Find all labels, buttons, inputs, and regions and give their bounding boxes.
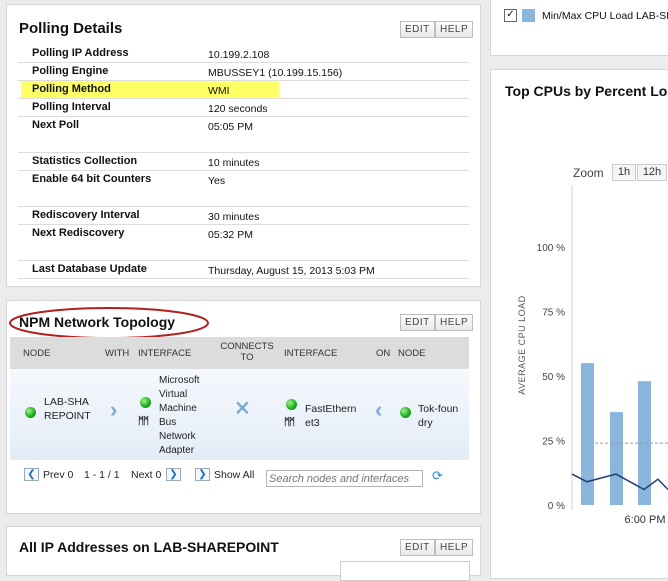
chart-bar (581, 363, 594, 505)
detail-row: Polling IP Address 10.199.2.108 (18, 45, 469, 63)
interface-link-2[interactable]: FastEthernet3 (305, 402, 357, 430)
show-all-icon[interactable]: ❯ (195, 468, 210, 481)
detail-row: Statistics Collection 10 minutes (18, 153, 469, 171)
page-range: 1 - 1 / 1 (84, 469, 120, 481)
help-button[interactable]: HELP (435, 21, 474, 38)
y-tick-label: 75 % (542, 308, 565, 319)
node-link[interactable]: LAB-SHAREPOINT (44, 395, 92, 423)
next-count: Next 0 (131, 469, 162, 481)
col-connects-to: CONNECTS TO (220, 341, 274, 363)
col-interface: INTERFACE (138, 348, 192, 359)
legend-swatch (522, 9, 535, 22)
status-up-icon (400, 407, 411, 418)
prev-count: Prev 0 (43, 469, 74, 481)
zoom-label: Zoom (573, 166, 604, 180)
col-with: WITH (105, 348, 130, 359)
status-up-icon (25, 407, 36, 418)
detail-row: Polling Engine MBUSSEY1 (10.199.15.156) (18, 63, 469, 81)
detail-label: Enable 64 bit Counters (32, 173, 152, 185)
detail-row: Polling Interval 120 seconds (18, 99, 469, 117)
y-tick-label: 25 % (542, 437, 565, 448)
help-button[interactable]: HELP (435, 314, 474, 331)
detail-value: WMI (208, 85, 230, 97)
panel-title: Polling Details (19, 20, 123, 37)
col-node-2: NODE (398, 348, 426, 359)
col-node: NODE (23, 348, 51, 359)
detail-value: 120 seconds (208, 103, 268, 115)
cpu-chart: 0 % 25 % 50 % 75 % 100 % 6:00 PM (537, 185, 668, 526)
status-up-icon (140, 397, 151, 408)
interface-icon: ᛗᛗ (284, 417, 295, 428)
status-up-icon (286, 399, 297, 410)
detail-row: Polling Method WMI (18, 81, 469, 99)
detail-value: 05:05 PM (208, 121, 253, 133)
col-on: ON (376, 348, 391, 359)
x-tick-label: 6:00 PM (625, 514, 666, 526)
y-tick-label: 50 % (542, 372, 565, 383)
node-link-2[interactable]: Tok-foundry (418, 402, 460, 430)
zoom-1h-button[interactable]: 1h (612, 164, 636, 181)
topology-table-header: NODE WITH INTERFACE CONNECTS TO INTERFAC… (10, 337, 469, 369)
detail-value: Yes (208, 175, 226, 187)
next-page-button[interactable]: ❯ (166, 468, 181, 481)
detail-value: 05:32 PM (208, 229, 253, 241)
chart-bar (610, 412, 623, 505)
connects-icon: ⨯ (234, 397, 251, 419)
detail-value: 10.199.2.108 (208, 49, 270, 61)
annotation-circle (9, 307, 209, 339)
polling-details-panel: Polling Details EDIT HELP Polling IP Add… (6, 4, 481, 287)
y-tick-label: 0 % (548, 501, 565, 512)
panel-title: All IP Addresses on LAB-SHAREPOINT (19, 539, 279, 555)
detail-value: Thursday, August 15, 2013 5:03 PM (208, 265, 375, 277)
detail-row: Rediscovery Interval 30 minutes (18, 207, 469, 225)
edit-button[interactable]: EDIT (400, 314, 435, 331)
topology-row: LAB-SHAREPOINT › ᛗᛗ Microsoft Virtual Ma… (10, 369, 469, 460)
detail-label: Polling Interval (32, 101, 111, 113)
detail-label: Statistics Collection (32, 155, 138, 167)
detail-value: MBUSSEY1 (10.199.15.156) (208, 67, 343, 79)
detail-row: Enable 64 bit Counters Yes (18, 171, 469, 207)
detail-label: Last Database Update (32, 263, 147, 275)
detail-row: Last Database Update Thursday, August 15,… (18, 261, 469, 279)
detail-label: Rediscovery Interval (32, 209, 140, 221)
detail-label: Next Poll (32, 119, 80, 131)
input-field[interactable] (340, 561, 470, 581)
col-interface-2: INTERFACE (284, 348, 338, 359)
refresh-icon[interactable]: ⟳ (432, 468, 443, 484)
detail-value: 10 minutes (208, 157, 260, 169)
ip-addresses-panel: All IP Addresses on LAB-SHAREPOINT EDIT … (6, 526, 481, 581)
detail-label: Next Rediscovery (32, 227, 125, 239)
zoom-12h-button[interactable]: 12h (637, 164, 667, 181)
arrow-right-icon: › (110, 397, 118, 422)
arrow-left-icon: ‹ (375, 397, 383, 422)
legend-panel: ✓ Min/Max CPU Load LAB-SH (490, 0, 668, 56)
show-all-link[interactable]: Show All (214, 469, 254, 481)
detail-value: 30 minutes (208, 211, 260, 223)
y-tick-label: 100 % (537, 243, 565, 254)
interface-link[interactable]: Microsoft Virtual Machine Bus Network Ad… (159, 374, 211, 458)
legend-checkbox[interactable]: ✓ (504, 9, 517, 22)
search-input[interactable] (266, 470, 423, 487)
edit-button[interactable]: EDIT (400, 539, 435, 556)
detail-label: Polling Engine (32, 65, 109, 77)
prev-page-button[interactable]: ❮ (24, 468, 39, 481)
detail-label: Polling Method (32, 83, 111, 95)
detail-label: Polling IP Address (32, 47, 129, 59)
legend-label: Min/Max CPU Load LAB-SH (542, 10, 668, 22)
panel-title: Top CPUs by Percent Lo (505, 83, 668, 99)
interface-icon: ᛗᛗ (138, 416, 149, 427)
help-button[interactable]: HELP (435, 539, 474, 556)
detail-row: Next Rediscovery 05:32 PM (18, 225, 469, 261)
detail-row: Next Poll 05:05 PM (18, 117, 469, 153)
edit-button[interactable]: EDIT (400, 21, 435, 38)
